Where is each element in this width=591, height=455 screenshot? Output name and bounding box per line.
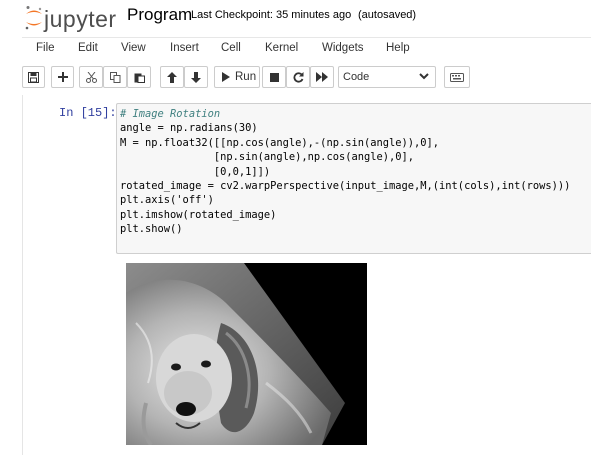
- notebook-title[interactable]: Program: [127, 5, 192, 25]
- interrupt-button[interactable]: [262, 66, 286, 88]
- code-line-2: angle = np.radians(30): [120, 122, 258, 135]
- logo-text: jupyter: [44, 6, 117, 32]
- code-line-6: rotated_image = cv2.warpPerspective(inpu…: [120, 180, 571, 193]
- code-line-4: [np.sin(angle),np.cos(angle),0],: [120, 151, 415, 164]
- menu-help[interactable]: Help: [386, 42, 410, 54]
- rotated-image-figure: [126, 263, 367, 445]
- stop-icon: [269, 72, 279, 82]
- cell-type-select[interactable]: Code: [338, 66, 436, 88]
- arrow-down-icon: [191, 71, 201, 83]
- arrow-up-icon: [167, 71, 177, 83]
- fast-forward-icon: [316, 72, 328, 82]
- run-icon: [222, 72, 230, 82]
- restart-icon: [293, 71, 303, 83]
- chevron-down-icon: [419, 73, 429, 80]
- cell-type-value: Code: [343, 71, 370, 83]
- menu-edit[interactable]: Edit: [78, 42, 98, 54]
- checkpoint-status: Last Checkpoint: 35 minutes ago: [191, 9, 352, 21]
- code-line-3: M = np.float32([[np.cos(angle),-(np.sin(…: [120, 136, 440, 149]
- code-editor[interactable]: # Image Rotation angle = np.radians(30) …: [120, 107, 570, 237]
- move-down-button[interactable]: [184, 66, 208, 88]
- keyboard-icon: [450, 72, 464, 82]
- menu-file[interactable]: File: [36, 42, 55, 54]
- code-line-5: [0,0,1]]): [120, 165, 271, 178]
- jupyter-logo-icon: [25, 6, 42, 30]
- code-line-7: plt.axis('off'): [120, 194, 214, 207]
- code-cell-input[interactable]: # Image Rotation angle = np.radians(30) …: [116, 103, 591, 254]
- menu-cell[interactable]: Cell: [221, 42, 241, 54]
- menu-insert[interactable]: Insert: [170, 42, 199, 54]
- menubar: File Edit View Insert Cell Kernel Widget…: [22, 37, 591, 60]
- plus-icon: [57, 72, 68, 82]
- run-button[interactable]: Run: [214, 66, 260, 88]
- rotated-dog-image-output: [126, 263, 367, 445]
- command-palette-button[interactable]: [444, 66, 470, 88]
- run-label: Run: [235, 71, 257, 83]
- cut-icon: [85, 71, 97, 83]
- move-up-button[interactable]: [160, 66, 184, 88]
- restart-button[interactable]: [286, 66, 310, 88]
- menu-view[interactable]: View: [121, 42, 146, 54]
- code-line-1: # Image Rotation: [120, 108, 221, 120]
- save-icon: [28, 71, 39, 83]
- insert-cell-button[interactable]: [51, 66, 74, 88]
- paste-button[interactable]: [127, 66, 151, 88]
- input-prompt: In [15]:: [59, 106, 117, 120]
- code-line-8: plt.imshow(rotated_image): [120, 208, 277, 221]
- save-button[interactable]: [22, 66, 45, 88]
- menu-widgets[interactable]: Widgets: [322, 42, 364, 54]
- copy-button[interactable]: [103, 66, 127, 88]
- code-line-9: plt.show(): [120, 223, 183, 236]
- autosave-status: (autosaved): [358, 9, 417, 21]
- menu-kernel[interactable]: Kernel: [265, 42, 298, 54]
- paste-icon: [134, 73, 145, 83]
- notebook-container-edge: [22, 95, 25, 455]
- header: jupyter Program Last Checkpoint: 35 minu…: [0, 0, 591, 36]
- copy-icon: [109, 71, 120, 83]
- cut-button[interactable]: [79, 66, 103, 88]
- toolbar: Run Code: [22, 64, 591, 90]
- jupyter-logo[interactable]: jupyter: [22, 2, 122, 32]
- restart-run-all-button[interactable]: [310, 66, 334, 88]
